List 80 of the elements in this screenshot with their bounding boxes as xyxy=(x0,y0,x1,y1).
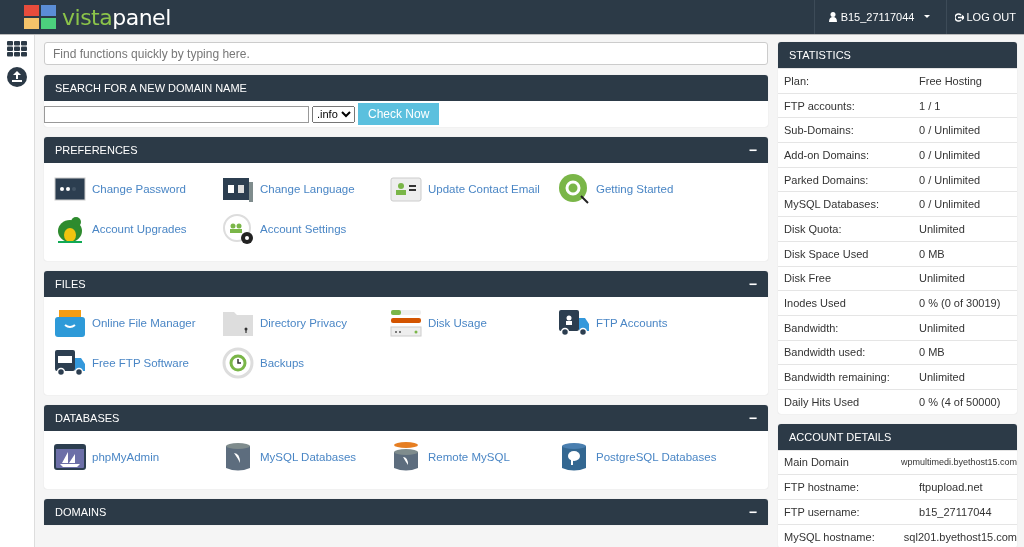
row-value: wpmultimedi.byethost15.com xyxy=(900,457,1017,468)
row-value: ftpupload.net xyxy=(919,481,983,494)
row-value: sql201.byethost15.com xyxy=(903,530,1017,543)
row-label: Disk Space Used xyxy=(784,247,870,260)
panel-title: DOMAINS xyxy=(55,506,107,518)
disk-usage-icon xyxy=(390,307,422,339)
search-field[interactable]: Find functions quickly by typing here. xyxy=(44,42,768,65)
function-link[interactable]: Account Settings xyxy=(260,223,347,235)
panel-title: DATABASES xyxy=(55,412,120,424)
row-label: Bandwidth used: xyxy=(784,346,867,359)
row-label: Disk Free xyxy=(784,272,833,285)
row-label: FTP hostname: xyxy=(784,481,860,494)
row-value: 0 / Unlimited xyxy=(919,173,981,186)
sailboat-window-icon xyxy=(54,441,86,473)
backup-clock-icon xyxy=(222,347,254,379)
panel-title: STATISTICS xyxy=(789,49,851,61)
row-label: Plan: xyxy=(784,74,811,87)
row-value: Unlimited xyxy=(919,371,965,384)
row-value: Free Hosting xyxy=(919,74,982,87)
row-value: 1 / 1 xyxy=(919,99,941,112)
row-label: MySQL Databases: xyxy=(784,198,880,211)
row-value: Unlimited xyxy=(919,321,965,334)
function-link[interactable]: Update Contact Email xyxy=(428,183,540,195)
user-icon xyxy=(828,12,837,22)
collapse-toggle[interactable]: − xyxy=(748,142,757,158)
function-link[interactable]: Account Upgrades xyxy=(92,223,187,235)
logo-text: vistapanel xyxy=(62,4,171,30)
logo-icon xyxy=(24,5,56,29)
row-value: 0 / Unlimited xyxy=(919,198,981,211)
account-settings-icon xyxy=(222,213,254,245)
logout-icon xyxy=(955,12,965,22)
row-value: 0 % (0 of 30019) xyxy=(919,297,1001,310)
function-link[interactable]: FTP Accounts xyxy=(596,317,668,329)
function-link[interactable]: Disk Usage xyxy=(428,317,487,329)
check-now-button[interactable]: Check Now xyxy=(358,103,440,125)
row-value: 0 / Unlimited xyxy=(919,124,981,137)
row-label: Parked Domains: xyxy=(784,173,870,186)
function-link[interactable]: Change Password xyxy=(92,183,186,195)
user-menu[interactable]: B15_27117044 xyxy=(813,0,948,34)
domain-input[interactable] xyxy=(44,105,309,123)
row-value: 0 MB xyxy=(919,346,945,359)
logout-link[interactable]: LOG OUT xyxy=(947,11,1024,23)
row-value: b15_27117044 xyxy=(919,505,992,518)
row-value: Unlimited xyxy=(919,272,965,285)
file-cabinet-icon xyxy=(54,307,86,339)
row-label: MySQL hostname: xyxy=(784,530,876,543)
function-link[interactable]: MySQL Databases xyxy=(260,451,357,463)
panel-title: PREFERENCES xyxy=(55,144,138,156)
function-link[interactable]: Online File Manager xyxy=(92,317,196,329)
row-label: Inodes Used xyxy=(784,297,847,310)
row-label: Daily Hits Used xyxy=(784,395,861,408)
collapse-toggle[interactable]: − xyxy=(748,276,757,292)
row-value: 0 % (4 of 50000) xyxy=(919,395,1001,408)
row-label: Bandwidth: xyxy=(784,321,840,334)
function-link[interactable]: Remote MySQL xyxy=(428,451,510,463)
panel-title: FILES xyxy=(55,278,86,290)
row-label: Add-on Domains: xyxy=(784,148,870,161)
collapse-toggle[interactable]: − xyxy=(748,504,757,520)
function-link[interactable]: Free FTP Software xyxy=(92,357,189,369)
apps-grid-icon[interactable] xyxy=(7,41,27,57)
function-link[interactable]: Backups xyxy=(260,357,305,369)
tld-dropdown[interactable]: .info xyxy=(312,105,355,123)
row-value: 0 / Unlimited xyxy=(919,148,981,161)
row-label: Disk Quota: xyxy=(784,222,843,235)
function-link[interactable]: Directory Privacy xyxy=(260,317,347,329)
function-link[interactable]: phpMyAdmin xyxy=(92,451,160,463)
row-label: FTP accounts: xyxy=(784,99,856,112)
row-label: FTP username: xyxy=(784,505,861,518)
function-link[interactable]: PostgreSQL Databases xyxy=(596,451,717,463)
getting-started-icon xyxy=(558,173,590,205)
function-link[interactable]: Getting Started xyxy=(596,183,674,195)
row-value: Unlimited xyxy=(919,222,965,235)
panel-title: SEARCH FOR A NEW DOMAIN NAME xyxy=(55,82,247,94)
panel-title: ACCOUNT DETAILS xyxy=(789,430,892,443)
row-label: Sub-Domains: xyxy=(784,124,855,137)
function-link[interactable]: Change Language xyxy=(260,183,355,195)
collapse-toggle[interactable]: − xyxy=(748,410,757,426)
row-label: Bandwidth remaining: xyxy=(784,371,891,384)
upload-icon[interactable] xyxy=(7,67,27,87)
row-value: 0 MB xyxy=(919,247,945,260)
